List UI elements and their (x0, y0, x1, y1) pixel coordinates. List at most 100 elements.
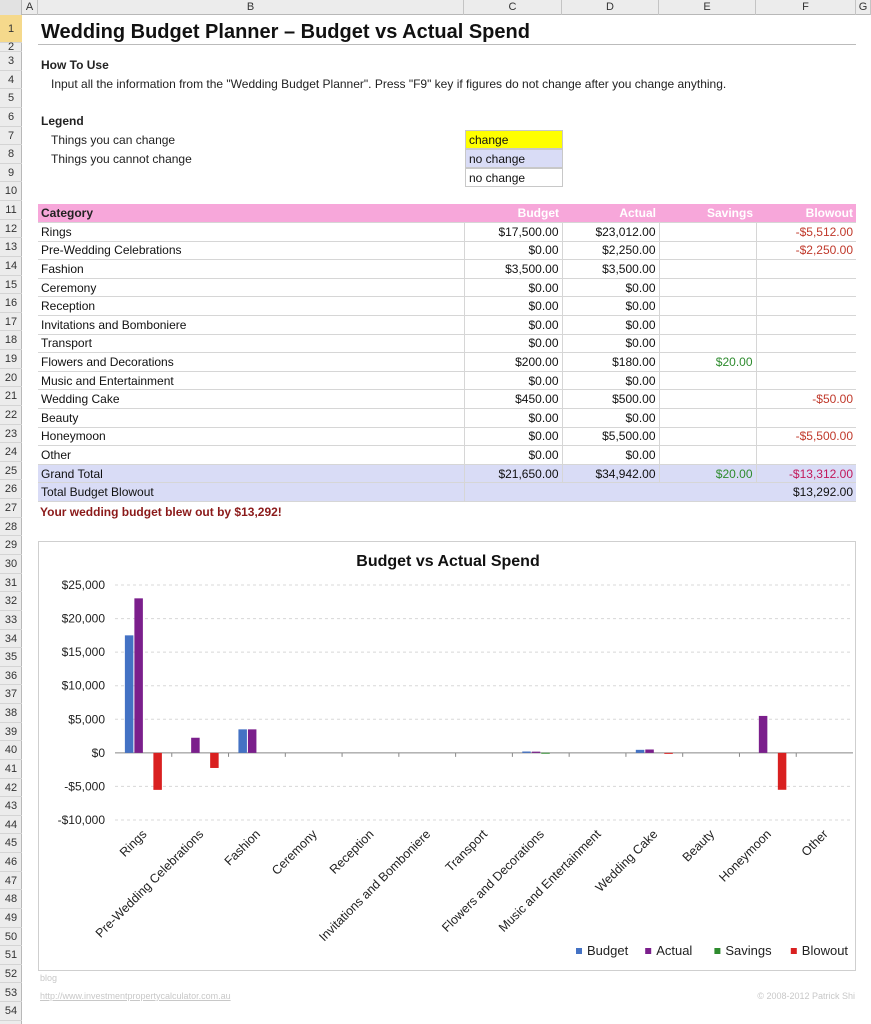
x-tick-label: Ceremony (269, 827, 320, 878)
column-header-e[interactable]: E (659, 0, 756, 15)
howto-text: Input all the information from the "Wedd… (51, 77, 727, 91)
row-header-11[interactable]: 11 (0, 201, 22, 220)
budget-cell[interactable]: $0.00 (464, 278, 563, 298)
row-header-17[interactable]: 17 (0, 313, 22, 332)
row-header-9[interactable]: 9 (0, 164, 22, 183)
row-header-47[interactable]: 47 (0, 872, 22, 891)
row-header-41[interactable]: 41 (0, 760, 22, 779)
row-header-53[interactable]: 53 (0, 984, 22, 1003)
row-header-33[interactable]: 33 (0, 611, 22, 630)
row-header-8[interactable]: 8 (0, 145, 22, 164)
actual-cell[interactable]: $0.00 (562, 334, 660, 354)
row-header-48[interactable]: 48 (0, 890, 22, 909)
row-header-1[interactable]: 1 (0, 15, 22, 43)
row-header-4[interactable]: 4 (0, 71, 22, 90)
row-header-2[interactable]: 2 (0, 42, 22, 53)
row-header-49[interactable]: 49 (0, 909, 22, 928)
budget-cell[interactable]: $0.00 (464, 334, 563, 354)
row-header-18[interactable]: 18 (0, 331, 22, 351)
budget-cell[interactable]: $0.00 (464, 296, 563, 317)
row-header-15[interactable]: 15 (0, 276, 22, 295)
row-header-23[interactable]: 23 (0, 425, 22, 444)
budget-cell[interactable]: $0.00 (464, 241, 563, 261)
row-header-29[interactable]: 29 (0, 536, 22, 555)
blowout-cell: -$2,250.00 (756, 241, 856, 261)
row-header-31[interactable]: 31 (0, 574, 22, 593)
row-header-46[interactable]: 46 (0, 853, 22, 872)
row-header-6[interactable]: 6 (0, 108, 22, 127)
budget-cell[interactable]: $450.00 (464, 389, 563, 410)
budget-cell[interactable]: $0.00 (464, 315, 563, 335)
actual-cell[interactable]: $3,500.00 (562, 259, 660, 279)
row-header-30[interactable]: 30 (0, 555, 22, 574)
row-header-14[interactable]: 14 (0, 257, 22, 276)
actual-cell[interactable]: $23,012.00 (562, 222, 660, 242)
column-header-b[interactable]: B (38, 0, 464, 15)
row-header-45[interactable]: 45 (0, 834, 22, 854)
row-header-37[interactable]: 37 (0, 685, 22, 705)
column-header-c[interactable]: C (464, 0, 562, 15)
budget-cell[interactable]: $0.00 (464, 408, 563, 428)
actual-cell[interactable]: $0.00 (562, 315, 660, 335)
row-header-13[interactable]: 13 (0, 238, 22, 257)
row-header-52[interactable]: 52 (0, 965, 22, 984)
column-header-g[interactable]: G (856, 0, 871, 15)
row-header-28[interactable]: 28 (0, 518, 22, 537)
actual-cell[interactable]: $180.00 (562, 352, 660, 372)
row-header-51[interactable]: 51 (0, 946, 22, 965)
row-header-32[interactable]: 32 (0, 592, 22, 611)
actual-cell[interactable]: $0.00 (562, 445, 660, 465)
row-header-38[interactable]: 38 (0, 704, 22, 723)
actual-cell[interactable]: $0.00 (562, 408, 660, 428)
row-header-26[interactable]: 26 (0, 480, 22, 500)
row-header-39[interactable]: 39 (0, 723, 22, 742)
row-header-50[interactable]: 50 (0, 928, 22, 947)
budget-cell[interactable]: $0.00 (464, 371, 563, 391)
blowout-message: Your wedding budget blew out by $13,292! (40, 505, 282, 519)
row-header-3[interactable]: 3 (0, 52, 22, 71)
actual-cell[interactable]: $0.00 (562, 278, 660, 298)
row-header-21[interactable]: 21 (0, 387, 22, 406)
row-header-19[interactable]: 19 (0, 350, 22, 369)
table-row: Beauty $0.00 $0.00 (38, 408, 856, 428)
row-header-24[interactable]: 24 (0, 443, 22, 462)
budget-vs-actual-chart[interactable]: Budget vs Actual Spend $25,000 $20,000 $15,… (38, 541, 856, 971)
row-header-36[interactable]: 36 (0, 667, 22, 686)
select-all-corner[interactable] (0, 0, 22, 15)
budget-cell[interactable]: $17,500.00 (464, 222, 563, 242)
row-header-25[interactable]: 25 (0, 462, 22, 481)
row-header-12[interactable]: 12 (0, 220, 22, 239)
row-header-34[interactable]: 34 (0, 630, 22, 649)
legend-change-box[interactable]: change (465, 130, 563, 149)
budget-cell[interactable]: $0.00 (464, 445, 563, 465)
row-header-43[interactable]: 43 (0, 797, 22, 816)
table-row: Reception $0.00 $0.00 (38, 296, 856, 317)
budget-cell[interactable]: $0.00 (464, 427, 563, 447)
column-header-f[interactable]: F (756, 0, 856, 15)
column-header-d[interactable]: D (562, 0, 659, 15)
row-header-5[interactable]: 5 (0, 89, 22, 108)
budget-cell[interactable]: $3,500.00 (464, 259, 563, 279)
row-header-10[interactable]: 10 (0, 182, 22, 202)
row-header-16[interactable]: 16 (0, 294, 22, 313)
actual-cell[interactable]: $500.00 (562, 389, 660, 410)
column-header-a[interactable]: A (22, 0, 38, 15)
row-header-35[interactable]: 35 (0, 648, 22, 667)
chart-svg: Budget vs Actual Spend $25,000 $20,000 $15,… (58, 553, 853, 958)
row-header-42[interactable]: 42 (0, 779, 22, 798)
footer-link[interactable]: http://www.investmentpropertycalculator.… (40, 991, 231, 1001)
row-header-22[interactable]: 22 (0, 406, 22, 425)
actual-cell[interactable]: $2,250.00 (562, 241, 660, 261)
actual-cell[interactable]: $5,500.00 (562, 427, 660, 447)
row-header-27[interactable]: 27 (0, 499, 22, 518)
actual-cell[interactable]: $0.00 (562, 296, 660, 317)
row-header-20[interactable]: 20 (0, 369, 22, 388)
row-header-44[interactable]: 44 (0, 816, 22, 835)
row-header-54[interactable]: 54 (0, 1002, 22, 1021)
row-header-bar: 1 2 3 4 5 6 7 8 9 10 11 12 13 14 15 16 17 18 19 20 21 22 23 24 2… (0, 15, 22, 1024)
row-header-40[interactable]: 40 (0, 741, 22, 760)
table-row: Flowers and Decorations $200.00 $180.00 $20… (38, 352, 856, 372)
row-header-7[interactable]: 7 (0, 127, 22, 146)
budget-cell[interactable]: $200.00 (464, 352, 563, 372)
actual-cell[interactable]: $0.00 (562, 371, 660, 391)
